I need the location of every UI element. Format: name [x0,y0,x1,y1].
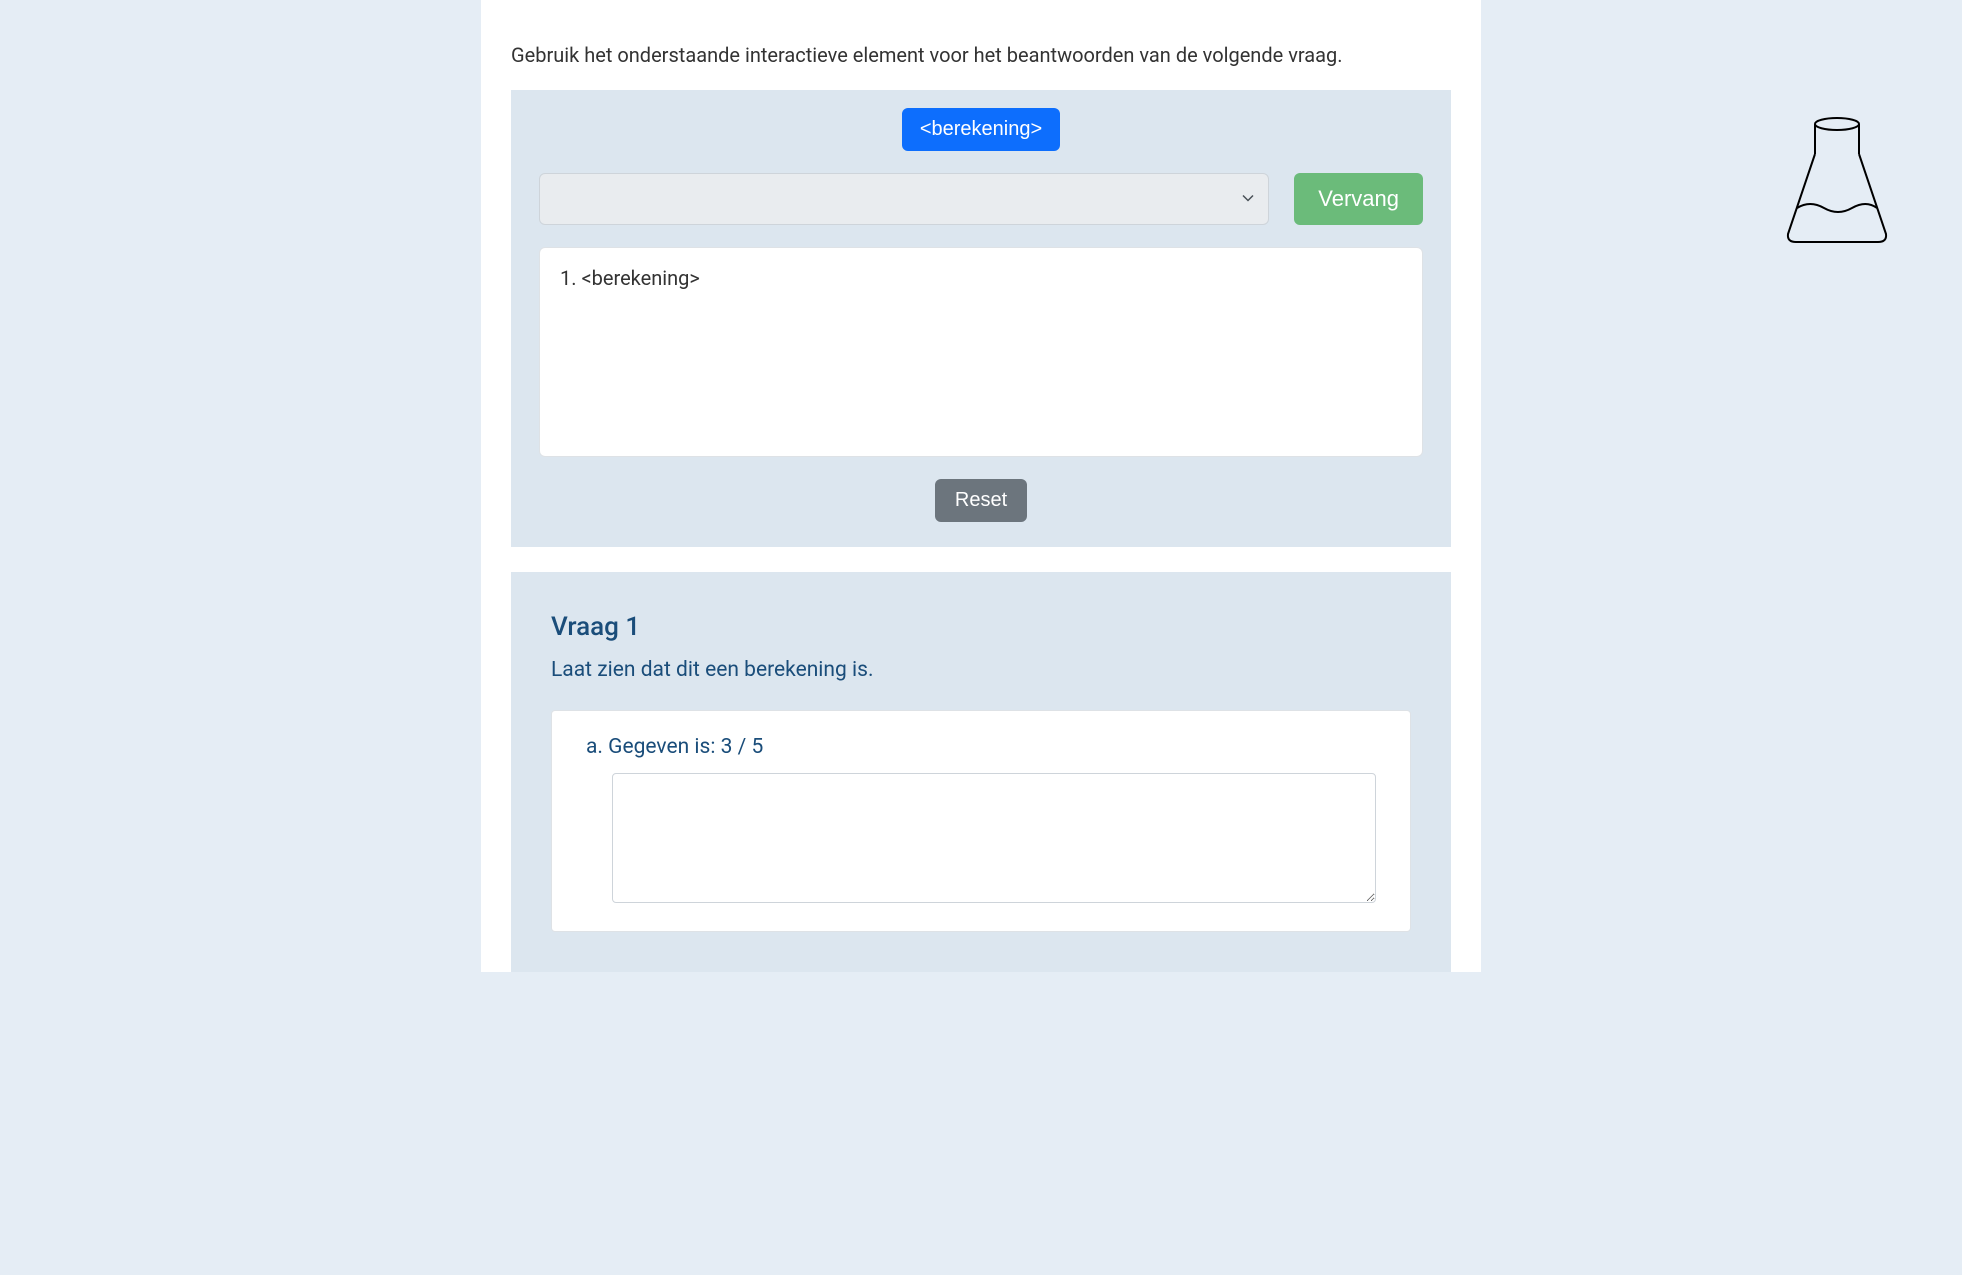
calc-button-wrapper: <berekening> [539,108,1423,151]
question-panel: Vraag 1 Laat zien dat dit een berekening… [511,572,1451,972]
question-title: Vraag 1 [551,612,1411,642]
question-prompt: Laat zien dat dit een berekening is. [551,658,1411,682]
output-panel: 1. <berekening> [539,247,1423,457]
main-content: Gebruik het onderstaande interactieve el… [481,0,1481,972]
output-text: 1. <berekening> [560,266,1402,290]
interactive-panel: <berekening> Vervang 1. <berekening> Res… [511,90,1451,547]
instruction-section: Gebruik het onderstaande interactieve el… [481,0,1481,90]
replace-button[interactable]: Vervang [1294,173,1423,225]
answer-label: a. Gegeven is: 3 / 5 [586,735,1376,759]
answer-container: a. Gegeven is: 3 / 5 [551,710,1411,932]
reset-button[interactable]: Reset [935,479,1027,522]
calculation-button[interactable]: <berekening> [902,108,1060,151]
input-row: Vervang [539,173,1423,225]
flask-icon [1782,116,1892,246]
select-wrapper [539,173,1269,225]
reset-wrapper: Reset [539,479,1423,522]
select-input[interactable] [539,173,1269,225]
answer-textarea[interactable] [612,773,1376,903]
instruction-text: Gebruik het onderstaande interactieve el… [511,40,1451,70]
